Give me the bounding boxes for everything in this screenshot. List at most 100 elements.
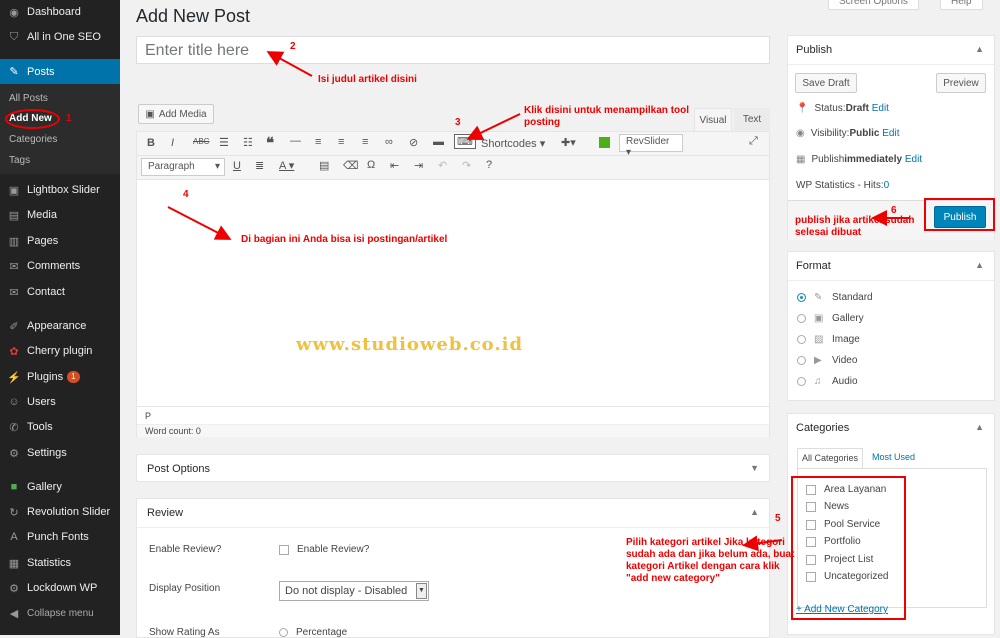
pin-icon: ✎ <box>814 291 823 303</box>
numbered-list-icon[interactable]: ☷ <box>243 136 253 149</box>
toggle-icon: ▲ <box>750 507 759 517</box>
fullscreen-icon[interactable]: ⤢ <box>749 135 758 148</box>
link-icon[interactable]: ∞ <box>385 136 393 148</box>
edit-schedule-link[interactable]: Edit <box>905 154 922 165</box>
menu-pages[interactable]: ▥ Pages <box>0 229 120 253</box>
collapse-menu[interactable]: ◀ Collapse menu <box>0 601 120 625</box>
submenu-categories[interactable]: Categories <box>9 134 57 145</box>
toolbar-row-1: B I ABC ☰ ☷ ❝ — ≡ ≡ ≡ ∞ ⊘ ▬ ⌨ Shortcodes… <box>137 132 769 158</box>
menu-users[interactable]: ☺ Users <box>0 390 120 414</box>
post-options-box[interactable]: Post Options ▼ <box>136 454 770 482</box>
read-more-icon[interactable]: ▬ <box>433 136 444 148</box>
wrench-icon: ✆ <box>9 421 19 434</box>
menu-tools[interactable]: ✆ Tools <box>0 415 120 439</box>
horizontal-rule-icon[interactable]: — <box>290 135 301 147</box>
shortcodes-dropdown[interactable]: Shortcodes ▾ <box>481 137 545 150</box>
unlink-icon[interactable]: ⊘ <box>409 136 418 149</box>
align-left-icon[interactable]: ≡ <box>315 136 321 148</box>
undo-icon[interactable]: ↶ <box>438 159 447 172</box>
submenu-tags[interactable]: Tags <box>9 155 30 166</box>
strikethrough-icon[interactable]: ABC <box>193 137 209 146</box>
format-video[interactable]: ▶ Video <box>797 354 857 366</box>
menu-gallery[interactable]: ■ Gallery <box>0 475 120 499</box>
tab-most-used[interactable]: Most Used <box>872 452 915 462</box>
calendar-icon: ▦ <box>796 154 806 165</box>
menu-lightbox-slider[interactable]: ▣ Lightbox Slider <box>0 178 120 202</box>
comment-icon: ✉ <box>9 260 19 273</box>
gallery-icon: ■ <box>10 481 18 493</box>
menu-punch-fonts[interactable]: A Punch Fonts <box>0 525 120 549</box>
align-right-icon[interactable]: ≡ <box>362 136 368 148</box>
menu-statistics[interactable]: ▦ Statistics <box>0 551 120 575</box>
edit-status-link[interactable]: Edit <box>872 103 889 114</box>
blockquote-icon[interactable]: ❝ <box>266 134 274 152</box>
menu-lockdown-wp[interactable]: ⚙ Lockdown WP <box>0 576 120 600</box>
shield-icon: ⛉ <box>9 30 19 43</box>
special-char-icon[interactable]: Ω <box>367 159 375 171</box>
tab-all-categories[interactable]: All Categories <box>797 448 864 468</box>
lock-icon: ⚙ <box>9 582 19 595</box>
text-color-icon[interactable]: A ▾ <box>279 159 294 172</box>
submenu-all-posts[interactable]: All Posts <box>9 93 48 104</box>
annotation-circle-add-new <box>5 109 60 129</box>
display-position-label: Display Position <box>149 583 221 594</box>
underline-icon[interactable]: U <box>233 160 241 172</box>
annotation-text-2: Isi judul artikel disini <box>318 74 417 85</box>
toolbar-toggle-icon[interactable]: ⌨ <box>454 134 476 149</box>
menu-cherry-plugin[interactable]: ✿ Cherry plugin <box>0 339 120 363</box>
screen-options-button[interactable]: Screen Options <box>828 0 919 10</box>
admin-sidebar: ◉ Dashboard ⛉ All in One SEO ✎ Posts All Po… <box>0 0 120 635</box>
menu-posts[interactable]: ✎ Posts <box>0 59 120 84</box>
menu-dashboard[interactable]: ◉ Dashboard <box>0 0 120 24</box>
menu-contact[interactable]: ✉ Contact <box>0 280 120 304</box>
toolbar-row-2: Paragraph ▾ U ≣ A ▾ ▤ ⌫ Ω ⇤ ⇥ ↶ ↷ ? <box>137 156 769 180</box>
menu-comments[interactable]: ✉ Comments <box>0 254 120 278</box>
format-audio[interactable]: ♫ Audio <box>797 375 858 387</box>
outdent-icon[interactable]: ⇤ <box>390 159 399 172</box>
annotation-box-publish <box>924 198 995 231</box>
justify-icon[interactable]: ≣ <box>255 159 264 172</box>
video-icon: ▶ <box>814 354 822 366</box>
format-gallery[interactable]: ▣ Gallery <box>797 312 864 324</box>
tab-text[interactable]: Text <box>734 108 770 131</box>
help-icon[interactable]: ? <box>486 159 492 171</box>
enable-review-checkbox[interactable]: Enable Review? <box>279 544 369 555</box>
media-icon: ▤ <box>8 209 20 222</box>
save-draft-button[interactable]: Save Draft <box>795 73 857 93</box>
preview-button[interactable]: Preview <box>936 73 986 93</box>
font-icon: A <box>10 531 18 543</box>
menu-all-in-one-seo[interactable]: ⛉ All in One SEO <box>0 25 120 49</box>
clear-formatting-icon[interactable]: ⌫ <box>343 159 359 172</box>
pin-icon: 📍 <box>796 103 809 114</box>
edit-visibility-link[interactable]: Edit <box>882 128 899 139</box>
paragraph-format-select[interactable]: Paragraph ▾ <box>141 158 225 176</box>
redo-icon[interactable]: ↷ <box>462 159 471 172</box>
annotation-text-3: Klik disini untuk menampilkan tool posti… <box>524 105 690 128</box>
bullet-list-icon[interactable]: ☰ <box>219 136 229 149</box>
paste-text-icon[interactable]: ▤ <box>319 159 329 172</box>
menu-plugins[interactable]: ⚡ Plugins 1 <box>0 365 120 389</box>
pages-icon: ▥ <box>8 235 20 248</box>
revslider-dropdown[interactable]: RevSlider ▾ <box>619 134 683 158</box>
bold-icon[interactable]: B <box>147 137 155 149</box>
toggle-icon: ▲ <box>975 422 984 432</box>
show-rating-radio[interactable]: Percentage <box>279 627 347 638</box>
menu-revolution-slider[interactable]: ↻ Revolution Slider <box>0 500 120 524</box>
post-title-input[interactable]: Enter title here <box>136 36 770 64</box>
green-square-icon[interactable] <box>599 137 610 148</box>
image-icon: ▨ <box>814 333 824 345</box>
menu-settings[interactable]: ⚙ Settings <box>0 441 120 465</box>
format-image[interactable]: ▨ Image <box>797 333 860 345</box>
indent-icon[interactable]: ⇥ <box>414 159 423 172</box>
hits-link[interactable]: 0 <box>884 180 890 191</box>
brush-icon: ✐ <box>9 320 19 333</box>
italic-icon[interactable]: I <box>171 137 174 149</box>
menu-media[interactable]: ▤ Media <box>0 203 120 227</box>
help-button[interactable]: Help <box>940 0 983 10</box>
align-center-icon[interactable]: ≡ <box>338 136 344 148</box>
format-standard[interactable]: ✎ Standard <box>797 291 873 303</box>
add-media-button[interactable]: ▣ Add Media <box>138 104 214 124</box>
plugin-dropdown-icon[interactable]: ✚▾ <box>561 136 576 149</box>
display-position-select[interactable]: Do not display - Disabled ▼ <box>279 581 429 601</box>
menu-appearance[interactable]: ✐ Appearance <box>0 314 120 338</box>
